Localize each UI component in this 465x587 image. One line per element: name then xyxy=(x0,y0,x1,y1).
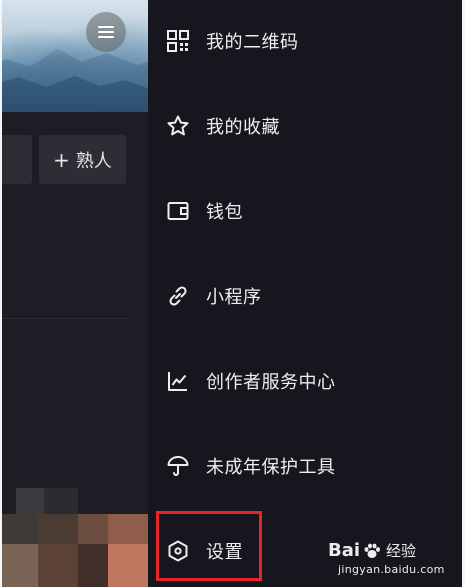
qr-code-icon xyxy=(166,29,190,53)
menu-item-creator-center[interactable]: 创作者服务中心 xyxy=(148,353,462,409)
profile-action-chip[interactable] xyxy=(2,135,32,184)
umbrella-icon xyxy=(166,454,190,478)
wallet-icon xyxy=(166,199,190,223)
app-screen: + 熟人 我的二维码 我的收藏 钱包 小程序 创作者服务中心 未成年保护工具 设… xyxy=(2,0,462,587)
profile-pane: + 熟人 xyxy=(2,0,148,587)
star-icon xyxy=(166,114,190,138)
menu-item-label: 设置 xyxy=(206,542,243,563)
settings-hexagon-icon xyxy=(166,539,190,563)
menu-item-label: 小程序 xyxy=(206,287,262,308)
side-drawer: 我的二维码 我的收藏 钱包 小程序 创作者服务中心 未成年保护工具 设置 xyxy=(148,0,462,587)
plus-icon: + xyxy=(53,147,70,172)
menu-item-mini-programs[interactable]: 小程序 xyxy=(148,268,462,324)
link-icon xyxy=(166,284,190,308)
add-friend-label: 熟人 xyxy=(75,150,112,172)
menu-item-my-qr-code[interactable]: 我的二维码 xyxy=(148,13,462,69)
menu-item-label: 我的收藏 xyxy=(206,117,280,138)
menu-item-label: 创作者服务中心 xyxy=(206,372,336,393)
chart-icon xyxy=(166,369,190,393)
menu-button[interactable] xyxy=(86,12,126,52)
cover-photo xyxy=(2,0,148,112)
blurred-avatar xyxy=(2,480,148,587)
divider xyxy=(2,318,128,319)
menu-item-settings[interactable]: 设置 xyxy=(148,523,462,579)
menu-item-my-favorites[interactable]: 我的收藏 xyxy=(148,98,462,154)
add-friend-button[interactable]: + 熟人 xyxy=(39,135,126,184)
menu-item-minor-protection[interactable]: 未成年保护工具 xyxy=(148,438,462,494)
menu-item-label: 钱包 xyxy=(206,202,243,223)
menu-item-label: 未成年保护工具 xyxy=(206,457,336,478)
hamburger-icon xyxy=(98,26,114,38)
menu-item-label: 我的二维码 xyxy=(206,32,299,53)
menu-item-wallet[interactable]: 钱包 xyxy=(148,183,462,239)
